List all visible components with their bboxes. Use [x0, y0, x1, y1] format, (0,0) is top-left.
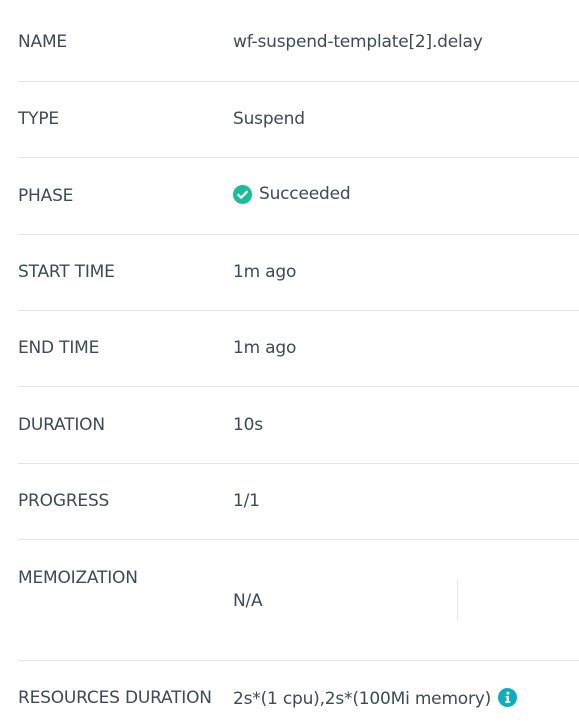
resources-duration-value-group: 2s*(1 cpu),2s*(100Mi memory) [233, 688, 518, 709]
type-value: Suspend [233, 109, 305, 129]
name-label: NAME [18, 32, 67, 52]
row-end-time: END TIME 1m ago [18, 311, 579, 387]
phase-status: Succeeded [233, 184, 351, 204]
duration-label: DURATION [18, 415, 105, 435]
check-circle-icon [233, 184, 252, 204]
memoization-divider [457, 580, 458, 620]
name-value: wf-suspend-template[2].delay [233, 32, 483, 52]
node-details-panel: NAME wf-suspend-template[2].delay TYPE S… [0, 0, 579, 726]
row-type: TYPE Suspend [18, 81, 579, 158]
row-phase: PHASE Succeeded [18, 158, 579, 235]
phase-label: PHASE [18, 186, 74, 206]
row-progress: PROGRESS 1/1 [18, 464, 579, 540]
row-memoization: MEMOIZATION N/A [18, 540, 579, 661]
row-name: NAME wf-suspend-template[2].delay [18, 0, 579, 82]
type-label: TYPE [18, 109, 59, 129]
progress-value: 1/1 [233, 491, 260, 511]
row-duration: DURATION 10s [18, 387, 579, 464]
duration-value: 10s [233, 415, 263, 435]
row-start-time: START TIME 1m ago [18, 235, 579, 311]
memoization-value: N/A [233, 591, 263, 611]
end-time-label: END TIME [18, 338, 100, 358]
resources-duration-label: RESOURCES DURATION [18, 688, 212, 708]
end-time-value: 1m ago [233, 338, 297, 358]
start-time-value: 1m ago [233, 262, 297, 282]
phase-value: Succeeded [259, 184, 351, 204]
start-time-label: START TIME [18, 262, 115, 282]
progress-label: PROGRESS [18, 491, 110, 511]
row-resources-duration: RESOURCES DURATION 2s*(1 cpu),2s*(100Mi … [18, 661, 579, 726]
info-icon[interactable] [498, 688, 518, 707]
memoization-label: MEMOIZATION [18, 568, 138, 588]
resources-duration-value: 2s*(1 cpu),2s*(100Mi memory) [233, 689, 492, 709]
